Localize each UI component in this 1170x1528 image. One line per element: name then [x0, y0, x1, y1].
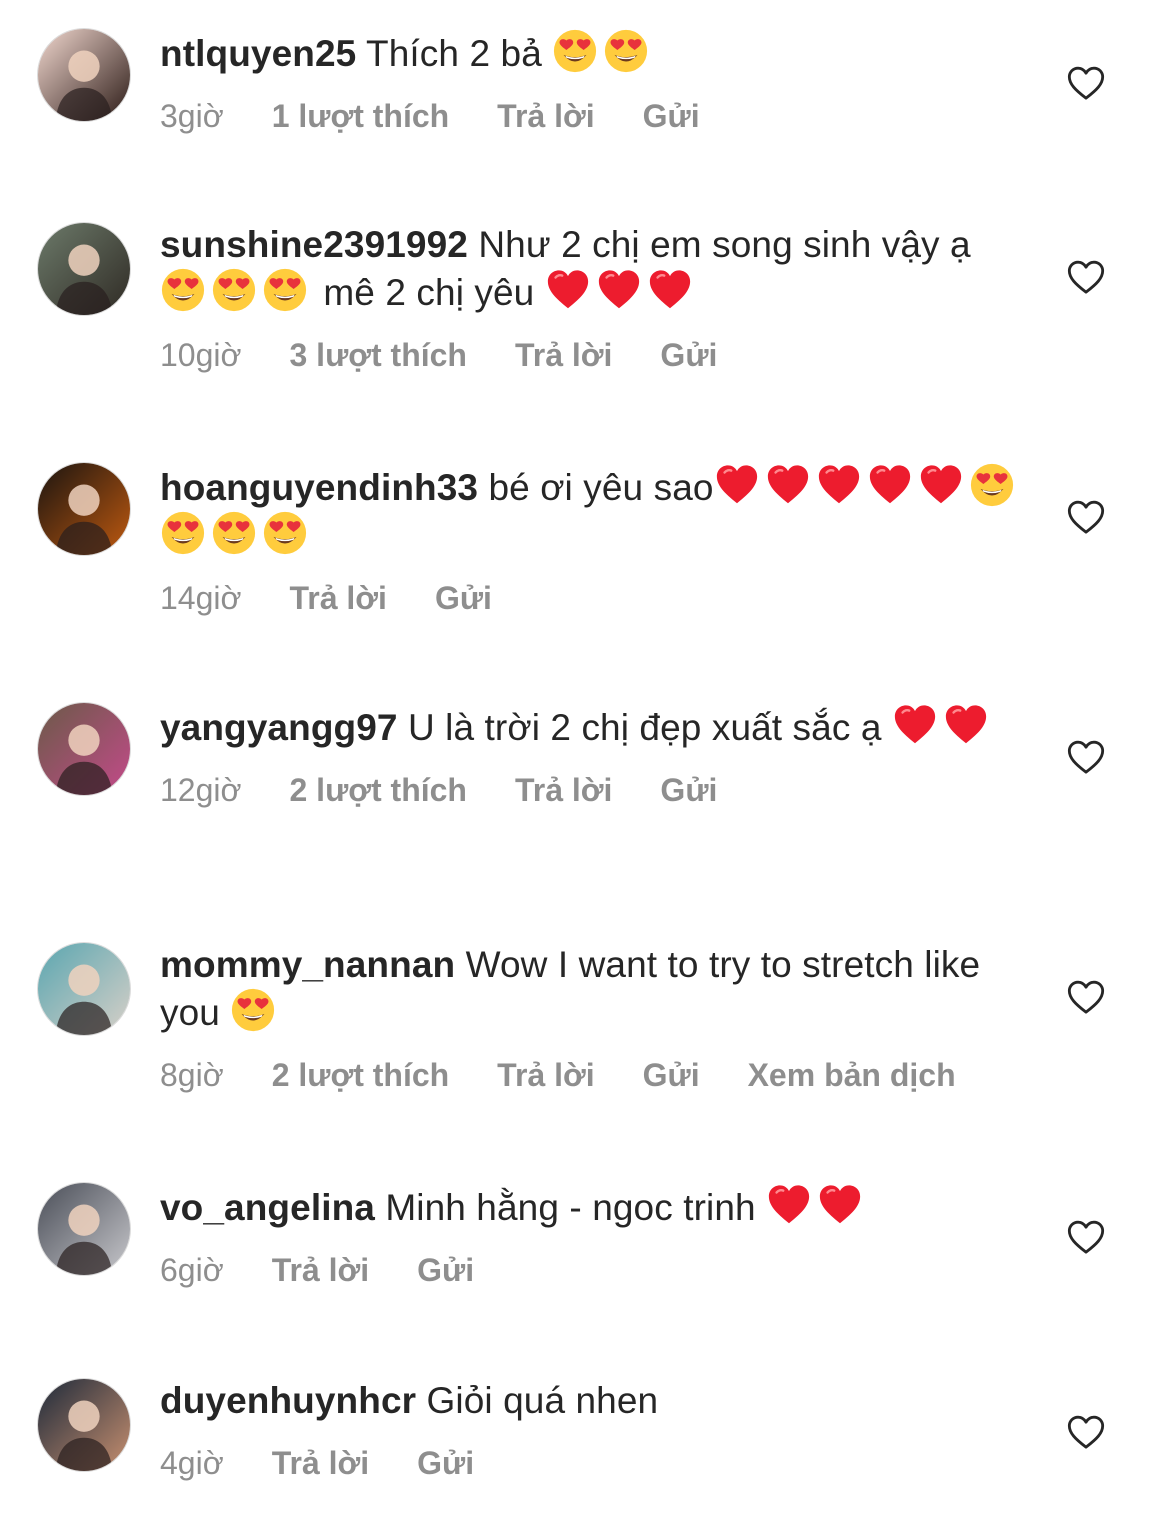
comment-meta-row: 3giờ 1 lượt thích Trả lời Gửi — [160, 96, 1020, 136]
comment-text: yangyangg97 U là trời 2 chị đẹp xuất sắc… — [160, 702, 1020, 750]
reply-button[interactable]: Trả lời — [497, 96, 594, 136]
comment-likes-count[interactable]: 2 lượt thích — [272, 1055, 449, 1095]
comment-username[interactable]: mommy_nannan — [160, 944, 455, 985]
comment-body: mommy_nannan Wow I want to try to stretc… — [160, 942, 1020, 1095]
avatar[interactable] — [37, 942, 131, 1036]
comment-likes-count[interactable]: 1 lượt thích — [272, 96, 449, 136]
red-heart-emoji-icon — [766, 1182, 812, 1228]
comment-likes-count[interactable]: 2 lượt thích — [289, 770, 466, 810]
comment-message-continued: mê 2 chị yêu — [313, 272, 545, 313]
red-heart-emoji-icon — [867, 462, 913, 508]
comment-text: mommy_nannan Wow I want to try to stretc… — [160, 942, 1020, 1035]
comment-message: Thích 2 bả — [356, 33, 553, 74]
comment-message: Minh hằng - ngoc trinh — [374, 1187, 767, 1228]
comment-text: duyenhuynhcr Giỏi quá nhen — [160, 1378, 1020, 1423]
reply-button[interactable]: Trả lời — [289, 578, 386, 618]
red-heart-emoji-icon — [816, 462, 862, 508]
heart-eyes-emoji-icon — [262, 267, 308, 313]
reply-button[interactable]: Trả lời — [515, 335, 612, 375]
comment-username[interactable]: yangyangg97 — [160, 707, 398, 748]
avatar[interactable] — [37, 1378, 131, 1472]
comment-text: sunshine2391992 Như 2 chị em song sinh v… — [160, 222, 1020, 315]
like-heart-icon[interactable] — [1066, 1218, 1106, 1258]
like-heart-icon[interactable] — [1066, 498, 1106, 538]
red-heart-emoji-icon — [817, 1182, 863, 1228]
like-heart-icon[interactable] — [1066, 258, 1106, 298]
comment-timestamp: 3giờ — [160, 98, 224, 134]
send-button[interactable]: Gửi — [417, 1443, 474, 1483]
reply-button[interactable]: Trả lời — [515, 770, 612, 810]
avatar[interactable] — [37, 462, 131, 556]
comment-meta-row: 6giờ Trả lời Gửi — [160, 1250, 1020, 1290]
avatar[interactable] — [37, 702, 131, 796]
red-heart-emoji-icon — [647, 267, 693, 313]
send-button[interactable]: Gửi — [417, 1250, 474, 1290]
like-heart-icon[interactable] — [1066, 1413, 1106, 1453]
see-translation-button[interactable]: Xem bản dịch — [748, 1055, 956, 1095]
comment-message: U là trời 2 chị đẹp xuất sắc ạ — [397, 707, 892, 748]
comment-text: vo_angelina Minh hằng - ngoc trinh — [160, 1182, 1020, 1230]
comment-meta-row: 14giờ Trả lời Gửi — [160, 578, 1020, 618]
red-heart-emoji-icon — [596, 267, 642, 313]
comment-timestamp: 10giờ — [160, 337, 242, 373]
comment-meta-row: 12giờ 2 lượt thích Trả lời Gửi — [160, 770, 1020, 810]
red-heart-emoji-icon — [714, 462, 760, 508]
comment-timestamp: 4giờ — [160, 1445, 224, 1481]
heart-eyes-emoji-icon — [969, 462, 1015, 508]
reply-button[interactable]: Trả lời — [272, 1443, 369, 1483]
avatar[interactable] — [37, 28, 131, 122]
comment-message: Như 2 chị em song sinh vậy ạ — [467, 224, 971, 265]
comment-body: vo_angelina Minh hằng - ngoc trinh 6giờ T… — [160, 1182, 1020, 1290]
heart-eyes-emoji-icon — [230, 987, 276, 1033]
comment-body: yangyangg97 U là trời 2 chị đẹp xuất sắc… — [160, 702, 1020, 810]
send-button[interactable]: Gửi — [660, 770, 717, 810]
send-button[interactable]: Gửi — [660, 335, 717, 375]
heart-eyes-emoji-icon — [552, 28, 598, 74]
comment-username[interactable]: duyenhuynhcr — [160, 1380, 416, 1421]
comment-body: hoanguyendinh33 bé ơi yêu sao 14giờ Trả lờ… — [160, 462, 1020, 618]
comment-message: bé ơi yêu sao — [478, 467, 714, 508]
red-heart-emoji-icon — [918, 462, 964, 508]
comment-timestamp: 12giờ — [160, 772, 242, 808]
reply-button[interactable]: Trả lời — [497, 1055, 594, 1095]
like-heart-icon[interactable] — [1066, 978, 1106, 1018]
comment-timestamp: 8giờ — [160, 1057, 224, 1093]
comment-timestamp: 6giờ — [160, 1252, 224, 1288]
red-heart-emoji-icon — [943, 702, 989, 748]
comment-timestamp: 14giờ — [160, 580, 242, 616]
comment-username[interactable]: ntlquyen25 — [160, 33, 356, 74]
heart-eyes-emoji-icon — [211, 267, 257, 313]
avatar[interactable] — [37, 1182, 131, 1276]
heart-eyes-emoji-icon — [603, 28, 649, 74]
red-heart-emoji-icon — [765, 462, 811, 508]
comment-meta-row: 10giờ 3 lượt thích Trả lời Gửi — [160, 335, 1020, 375]
heart-eyes-emoji-icon — [211, 510, 257, 556]
red-heart-emoji-icon — [892, 702, 938, 748]
heart-eyes-emoji-icon — [160, 510, 206, 556]
comment-text: ntlquyen25 Thích 2 bả — [160, 28, 1020, 76]
comment-body: ntlquyen25 Thích 2 bả 3giờ 1 lượt thích Tr… — [160, 28, 1020, 136]
like-heart-icon[interactable] — [1066, 64, 1106, 104]
comment-text: hoanguyendinh33 bé ơi yêu sao — [160, 462, 1020, 558]
comment-body: duyenhuynhcr Giỏi quá nhen 4giờ Trả lời Gửi — [160, 1378, 1020, 1483]
avatar[interactable] — [37, 222, 131, 316]
heart-eyes-emoji-icon — [262, 510, 308, 556]
comment-username[interactable]: hoanguyendinh33 — [160, 467, 478, 508]
send-button[interactable]: Gửi — [435, 578, 492, 618]
comment-likes-count[interactable]: 3 lượt thích — [289, 335, 466, 375]
comment-username[interactable]: sunshine2391992 — [160, 224, 468, 265]
heart-eyes-emoji-icon — [160, 267, 206, 313]
comment-meta-row: 4giờ Trả lời Gửi — [160, 1443, 1020, 1483]
comment-body: sunshine2391992 Như 2 chị em song sinh v… — [160, 222, 1020, 375]
reply-button[interactable]: Trả lời — [272, 1250, 369, 1290]
send-button[interactable]: Gửi — [643, 96, 700, 136]
red-heart-emoji-icon — [545, 267, 591, 313]
comment-username[interactable]: vo_angelina — [160, 1187, 375, 1228]
comment-message: Giỏi quá nhen — [416, 1380, 659, 1421]
send-button[interactable]: Gửi — [643, 1055, 700, 1095]
like-heart-icon[interactable] — [1066, 738, 1106, 778]
comment-meta-row: 8giờ 2 lượt thích Trả lời Gửi Xem bản dịch — [160, 1055, 1020, 1095]
